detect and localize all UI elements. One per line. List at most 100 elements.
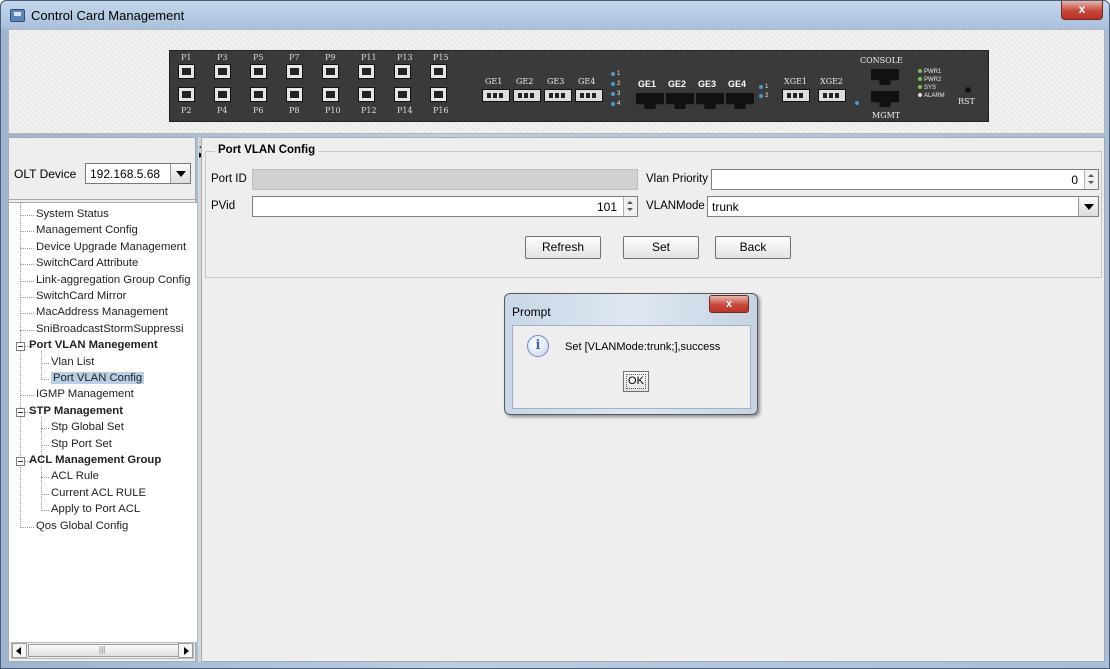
tree-item[interactable]: MacAddress Management [36,306,168,318]
tree-connector [41,428,49,430]
tree-item[interactable]: SniBroadcastStormSuppressi [36,323,184,335]
dialog-title: Prompt [512,305,551,319]
tree-guide-line [41,351,42,380]
scroll-left-icon[interactable] [12,643,27,658]
pon-port-icon [322,64,339,79]
tree-item[interactable]: Current ACL RULE [51,487,146,499]
sfp-port-icon [544,89,572,102]
chevron-down-icon[interactable] [1078,197,1098,216]
tree-item[interactable]: Management Config [36,224,138,236]
tree-item[interactable]: Qos Global Config [36,520,128,532]
navigation-tree: System Status Management Config Device Upg… [9,202,197,642]
port-label: P12 [361,106,377,115]
tree-connector [20,215,34,216]
collapse-icon[interactable] [16,457,25,466]
sfp-port-icon [818,89,846,102]
ge-electrical-label: GE2 [668,79,687,89]
tree-item[interactable]: IGMP Management [36,388,134,400]
collapse-icon[interactable] [16,342,25,352]
device-front-panel: P1 P3 P5 P7 P9 P11 P13 P15 P2 P4 P6 P8 P10 P12 P14 P16 G… [169,50,989,122]
vlan-priority-label: Vlan Priority [646,173,708,185]
chevron-down-icon[interactable] [170,164,190,183]
xge-label: XGE1 [784,77,808,86]
dialog-close-button[interactable]: x [709,295,749,313]
mgmt-label: MGMT [872,111,901,120]
rj45-port-icon [696,93,724,109]
pon-port-icon [322,87,339,102]
ge-electrical-label: GE1 [638,79,657,89]
tree-item[interactable]: Vlan List [51,356,94,368]
tree-connector [41,444,49,446]
status-led-icon [918,69,922,74]
app-window: Control Card Management x P1 P3 P5 P7 P9 P11 P… [0,0,1110,669]
vlanmode-select[interactable]: trunk [707,196,1099,217]
tree-item[interactable]: Device Upgrade Management [36,241,186,253]
pon-port-icon [250,64,267,79]
led-number: 2 [765,93,769,99]
dialog-message: Set [VLANMode:trunk;],success [565,341,721,353]
tree-item[interactable]: ACL Management Group [29,454,161,466]
tree-item[interactable]: Apply to Port ACL [51,503,140,515]
set-button[interactable]: Set [623,236,699,259]
pvid-field[interactable]: 101 [252,196,638,217]
device-panel-area: P1 P3 P5 P7 P9 P11 P13 P15 P2 P4 P6 P8 P10 P12 P14 P16 G… [8,29,1105,134]
tree-item[interactable]: ACL Rule [51,470,99,482]
dialog-body: i Set [VLANMode:trunk;],success OK [512,325,751,409]
reset-button-icon[interactable] [965,87,971,93]
port-id-field [252,169,638,190]
window-close-button[interactable]: x [1061,1,1103,20]
vlan-priority-field[interactable]: 0 [711,169,1099,190]
tree-item[interactable]: Link-aggregation Group Config [36,274,191,286]
ge-optical-label: GE2 [516,77,534,86]
tree-connector [41,379,49,380]
sidebar-horizontal-scrollbar[interactable]: ||| [11,642,194,659]
pvid-value: 101 [596,200,617,214]
ge-optical-label: GE4 [578,77,596,86]
sfp-port-icon [482,89,510,102]
link-led-icon [759,94,763,98]
tree-connector [20,231,34,233]
scroll-thumb[interactable]: ||| [28,644,180,657]
tree-connector [20,247,34,249]
pon-port-icon [178,64,195,79]
tree-item[interactable]: Port VLAN Config [51,372,145,384]
tree-item[interactable]: STP Management [29,405,123,417]
led-number: 1 [617,71,621,77]
scroll-right-icon[interactable] [178,643,193,658]
tree-item[interactable]: Port VLAN Manegement [29,339,158,351]
vlan-priority-spinner[interactable] [1084,170,1098,189]
collapse-icon[interactable] [16,407,25,417]
title-bar: Control Card Management x [1,1,1109,29]
link-led-icon [611,82,615,86]
info-icon: i [527,335,549,357]
status-led-text: ALARM [924,93,945,99]
sfp-port-icon [513,89,541,102]
refresh-button[interactable]: Refresh [525,236,601,259]
status-led-label: ALARM [918,93,945,99]
port-label: P14 [397,106,413,115]
olt-device-select[interactable]: 192.168.5.68 [85,163,191,184]
olt-device-value: 192.168.5.68 [90,167,161,181]
pon-port-icon [286,64,303,79]
tree-item[interactable]: System Status [36,208,109,220]
tree-item[interactable]: SwitchCard Attribute [36,257,138,269]
port-label: P11 [361,53,377,62]
led-number: 3 [617,91,621,97]
tree-item[interactable]: SwitchCard Mirror [36,290,126,302]
pon-port-icon [286,87,303,102]
tree-item[interactable]: Stp Port Set [51,438,112,450]
port-label: P8 [289,106,300,115]
tree-connector [20,526,34,528]
port-label: P10 [325,106,341,115]
port-label: P16 [433,106,449,115]
link-led-icon [611,72,615,76]
ok-button[interactable]: OK [623,371,649,392]
tree-item[interactable]: Stp Global Set [51,421,124,433]
back-button[interactable]: Back [715,236,791,259]
tree-connector [20,280,34,282]
tree-connector [20,264,34,266]
port-label: P6 [253,106,264,115]
tree-connector [41,477,49,479]
pvid-spinner[interactable] [623,197,637,216]
port-vlan-config-group: Port VLAN Config Port ID Vlan Priority 0… [205,144,1102,278]
